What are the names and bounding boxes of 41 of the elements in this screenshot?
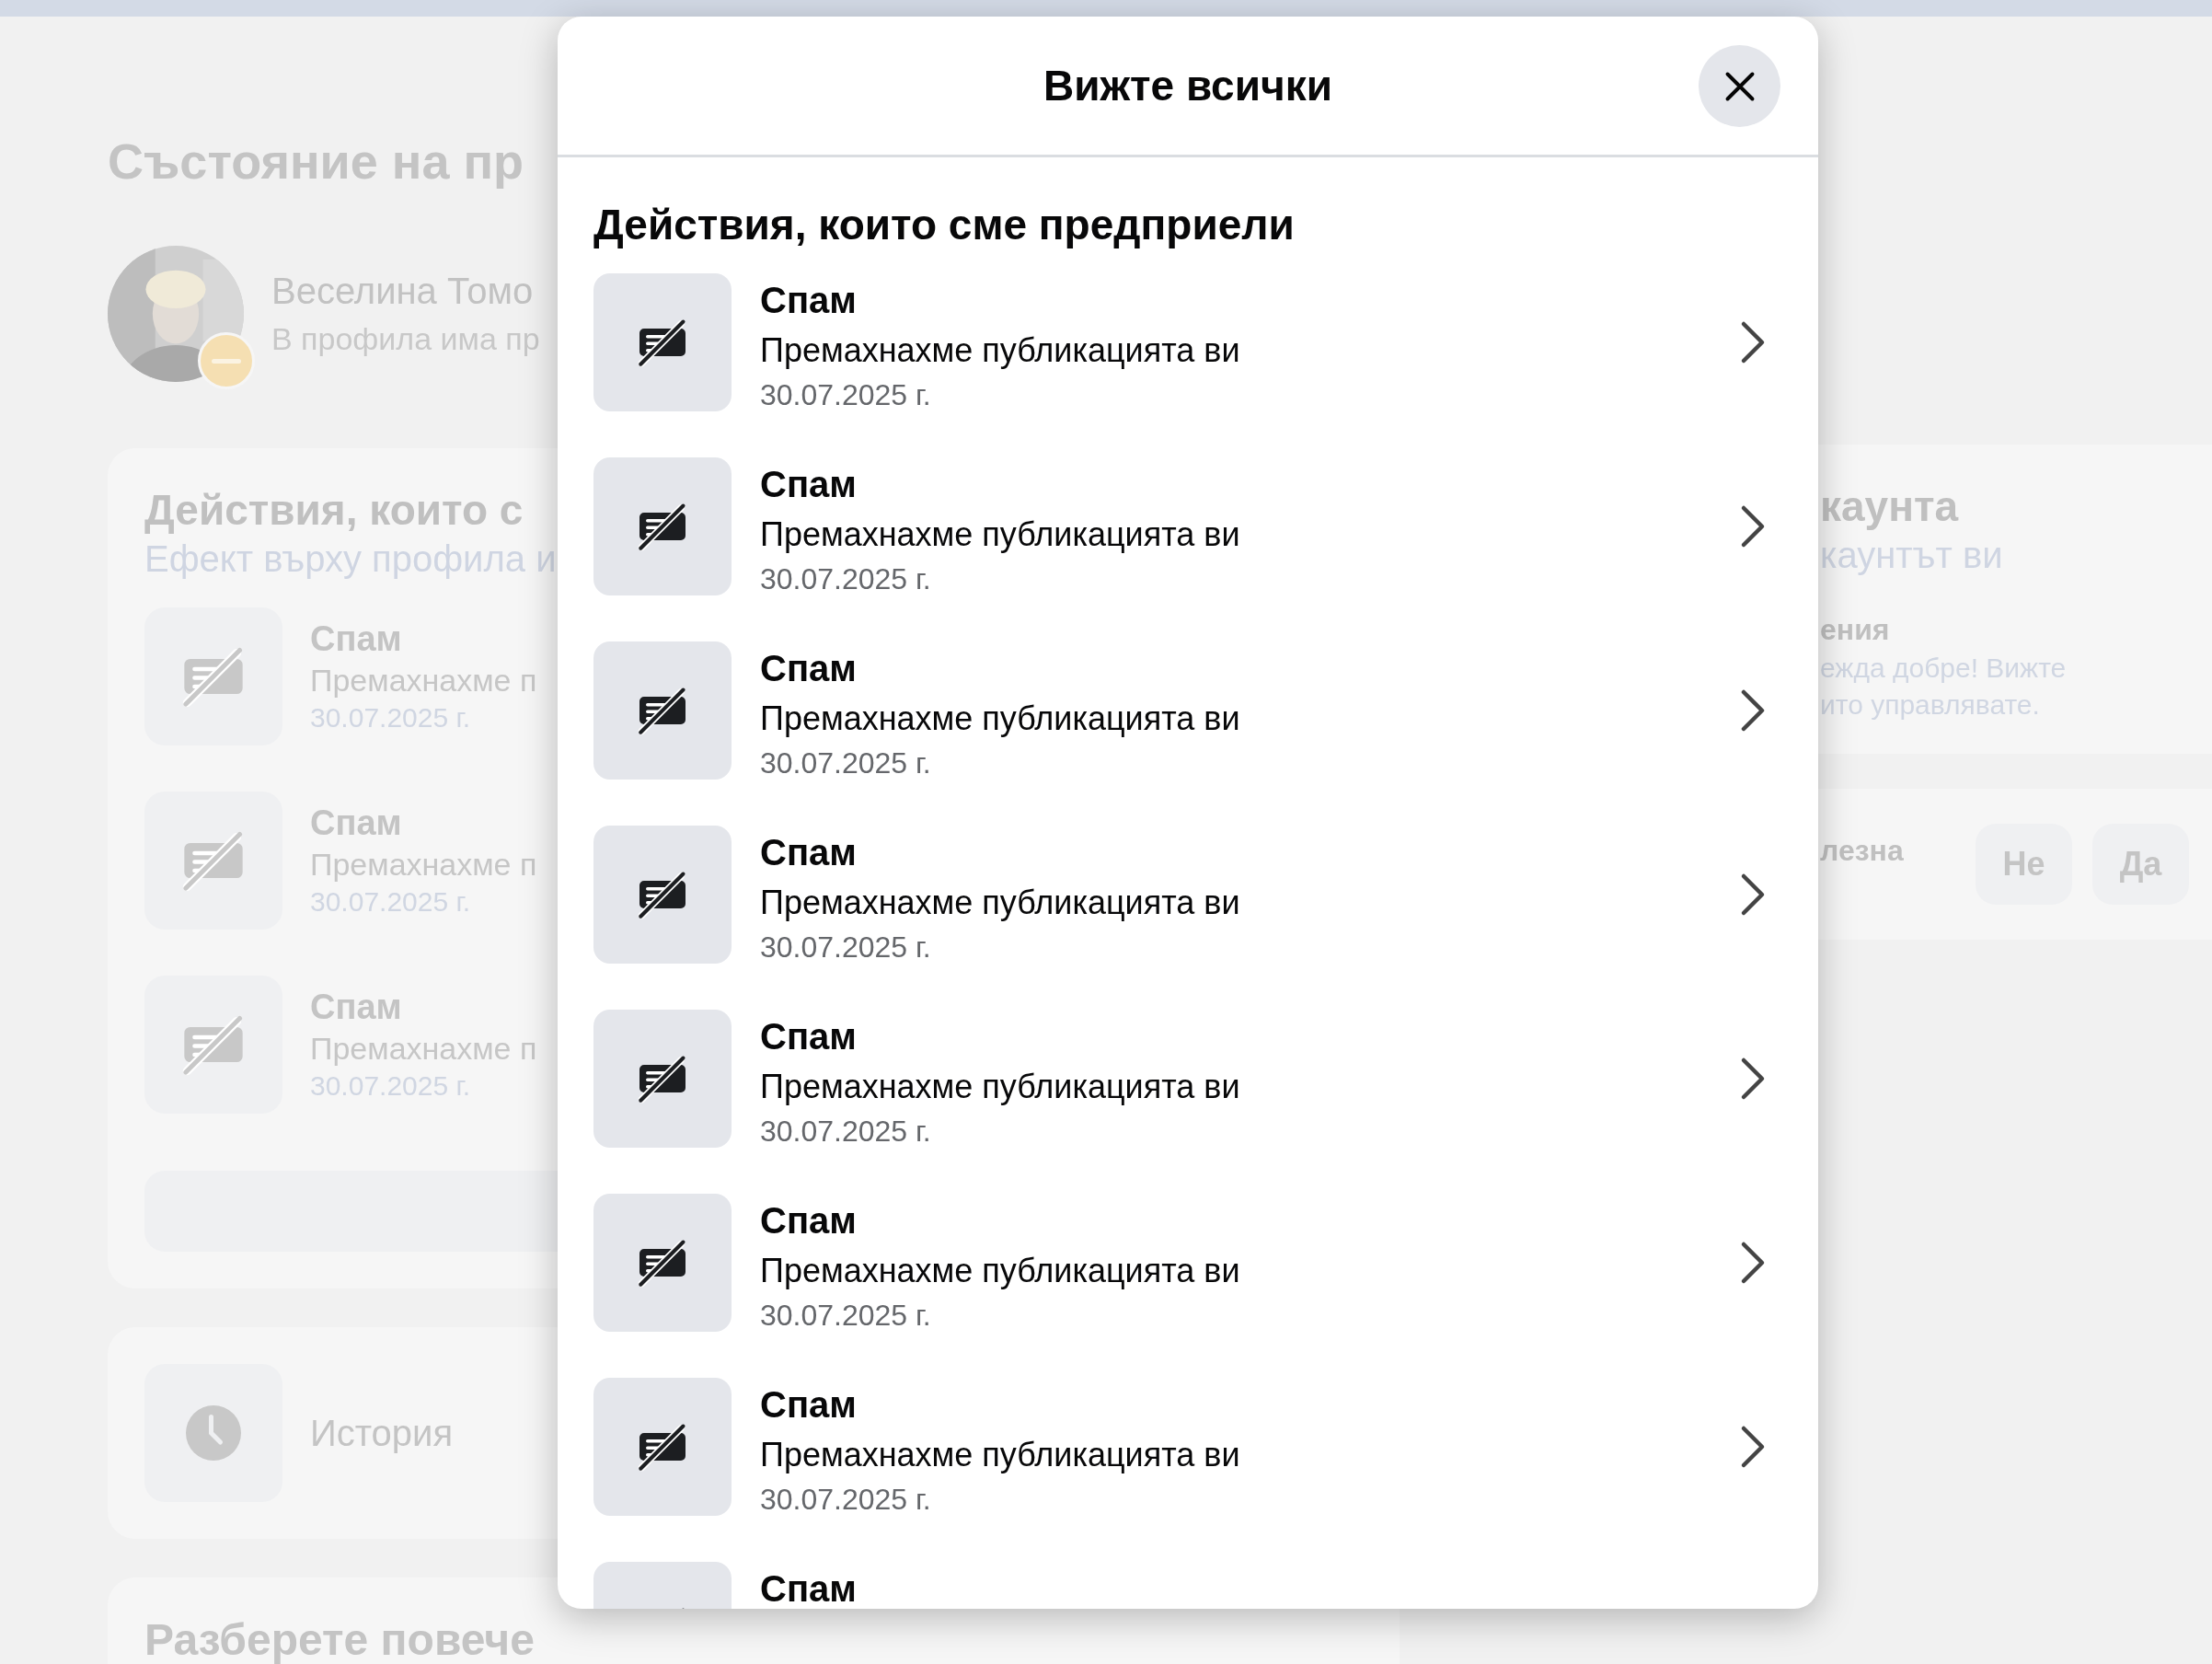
action-item[interactable]: Спам Премахнахме публикацията ви 30.07.2025 г.: [593, 1171, 1785, 1355]
action-date: 30.07.2025 г.: [760, 1114, 932, 1149]
action-title: Спам: [760, 1570, 858, 1607]
dialog-title: Вижте всички: [1043, 61, 1332, 110]
action-description: Премахнахме публикацията ви: [760, 1251, 1241, 1291]
action-title: Спам: [760, 650, 858, 687]
section-title: Действия, които сме предприели: [593, 200, 1296, 250]
action-date: 30.07.2025 г.: [760, 1298, 932, 1333]
action-item[interactable]: Спам Премахнахме публикацията ви 30.07.2025 г.: [593, 1355, 1785, 1539]
action-item[interactable]: Спам Премахнахме публикацията ви 30.07.2025 г.: [593, 803, 1785, 987]
chevron-right-icon: [1739, 1240, 1767, 1286]
chevron-right-icon: [1739, 319, 1767, 365]
action-item[interactable]: Спам Премахнахме публикацията ви 30.07.2025 г.: [593, 434, 1785, 618]
action-description: Премахнахме публикацията ви: [760, 883, 1241, 923]
action-date: 30.07.2025 г.: [760, 930, 932, 965]
action-description: Премахнахме публикацията ви: [760, 699, 1241, 739]
chevron-right-icon: [1739, 688, 1767, 734]
action-description: Премахнахме публикацията ви: [760, 1435, 1241, 1475]
action-item[interactable]: Спам Премахнахме публикацията ви 30.07.2025 г.: [593, 250, 1785, 434]
action-item[interactable]: Спам Премахнахме публикацията ви 30.07.2025 г.: [593, 987, 1785, 1171]
clock-icon: [186, 1405, 241, 1461]
chevron-right-icon: [1739, 503, 1767, 549]
action-title: Спам: [760, 1202, 858, 1239]
action-date: 30.07.2025 г.: [760, 377, 932, 412]
action-item[interactable]: Спам Премахнахме публикацията ви 30.07.2025 г.: [593, 618, 1785, 803]
action-date: 30.07.2025 г.: [760, 561, 932, 596]
action-title: Спам: [760, 834, 858, 871]
close-icon: [1722, 69, 1757, 103]
action-title: Спам: [760, 1018, 858, 1055]
action-date: 30.07.2025 г.: [760, 1482, 932, 1517]
action-title: Спам: [760, 1386, 858, 1423]
action-description: Премахнахме публикацията ви: [760, 1067, 1241, 1107]
action-title: Спам: [760, 466, 858, 503]
chevron-right-icon: [1739, 1056, 1767, 1102]
action-item[interactable]: Спам: [593, 1539, 1785, 1609]
action-description: Премахнахме публикацията ви: [760, 330, 1241, 371]
chevron-right-icon: [1739, 872, 1767, 918]
chevron-right-icon: [1739, 1424, 1767, 1470]
action-date: 30.07.2025 г.: [760, 745, 932, 780]
action-description: Премахнахме публикацията ви: [760, 514, 1241, 555]
action-title: Спам: [760, 282, 858, 318]
